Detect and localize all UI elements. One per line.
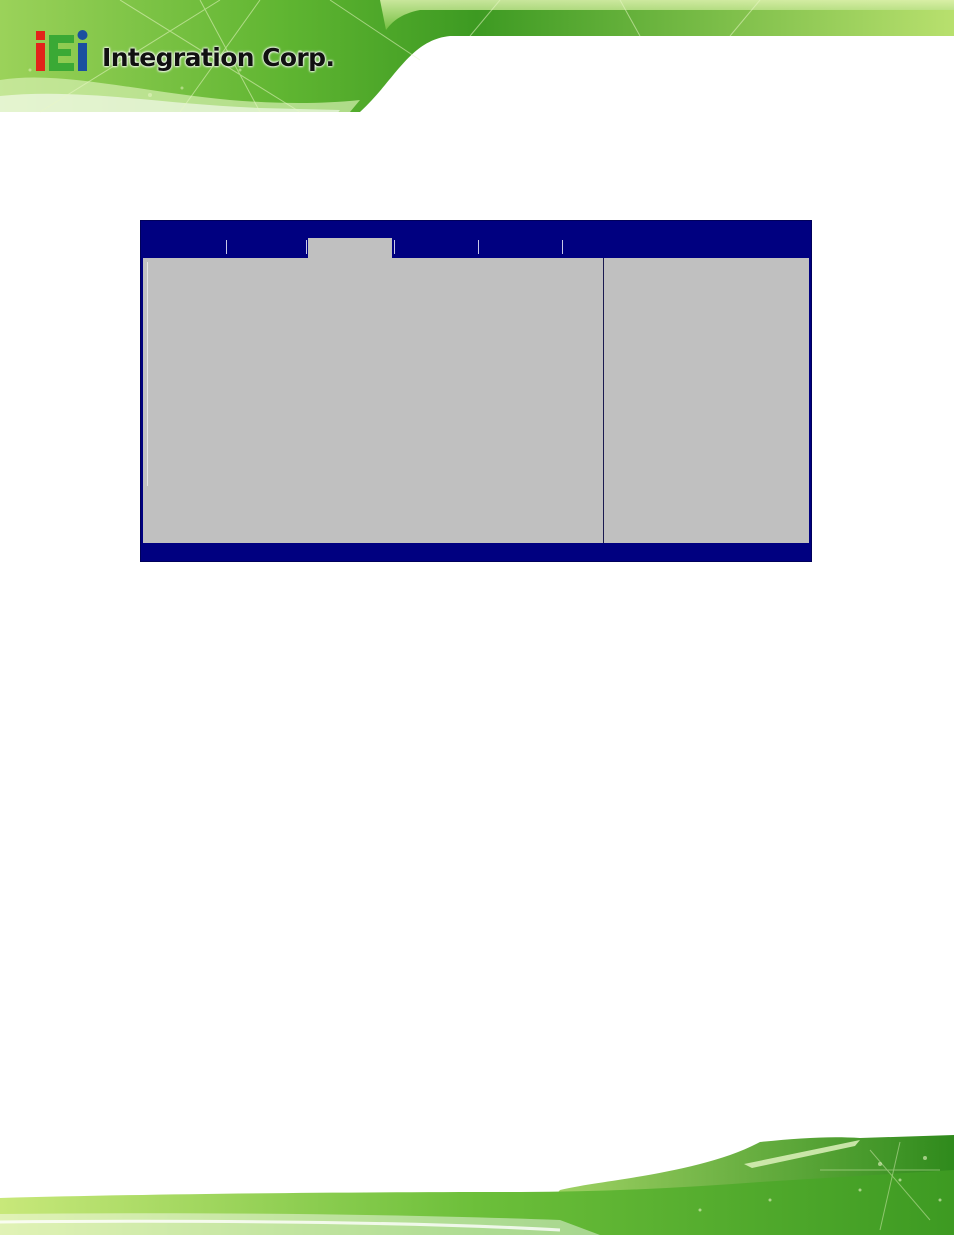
- menu-separator: [306, 240, 307, 254]
- header-banner: Integration Corp.: [0, 0, 954, 115]
- bios-settings-panel: [143, 258, 603, 543]
- bios-menu-tab-4[interactable]: [395, 238, 479, 258]
- footer-banner: [0, 1130, 954, 1235]
- bios-menu-tab-1[interactable]: [143, 238, 227, 258]
- bios-menu-bar: [141, 221, 811, 258]
- panel-rule: [147, 262, 148, 486]
- bios-menu-tab-2[interactable]: [227, 238, 311, 258]
- company-logo: Integration Corp.: [34, 27, 335, 75]
- footer-banner-graphic: [0, 1135, 954, 1235]
- bios-menu-tab-3-active[interactable]: [308, 238, 392, 258]
- bios-menu-tab-5[interactable]: [479, 238, 563, 258]
- iei-logo-icon: [34, 29, 96, 75]
- bios-help-panel: [604, 258, 809, 543]
- menu-separator: [562, 240, 563, 254]
- bios-screen: [140, 220, 812, 562]
- bios-body: [143, 258, 809, 543]
- bios-status-bar: [141, 543, 811, 561]
- company-name: Integration Corp.: [102, 43, 335, 72]
